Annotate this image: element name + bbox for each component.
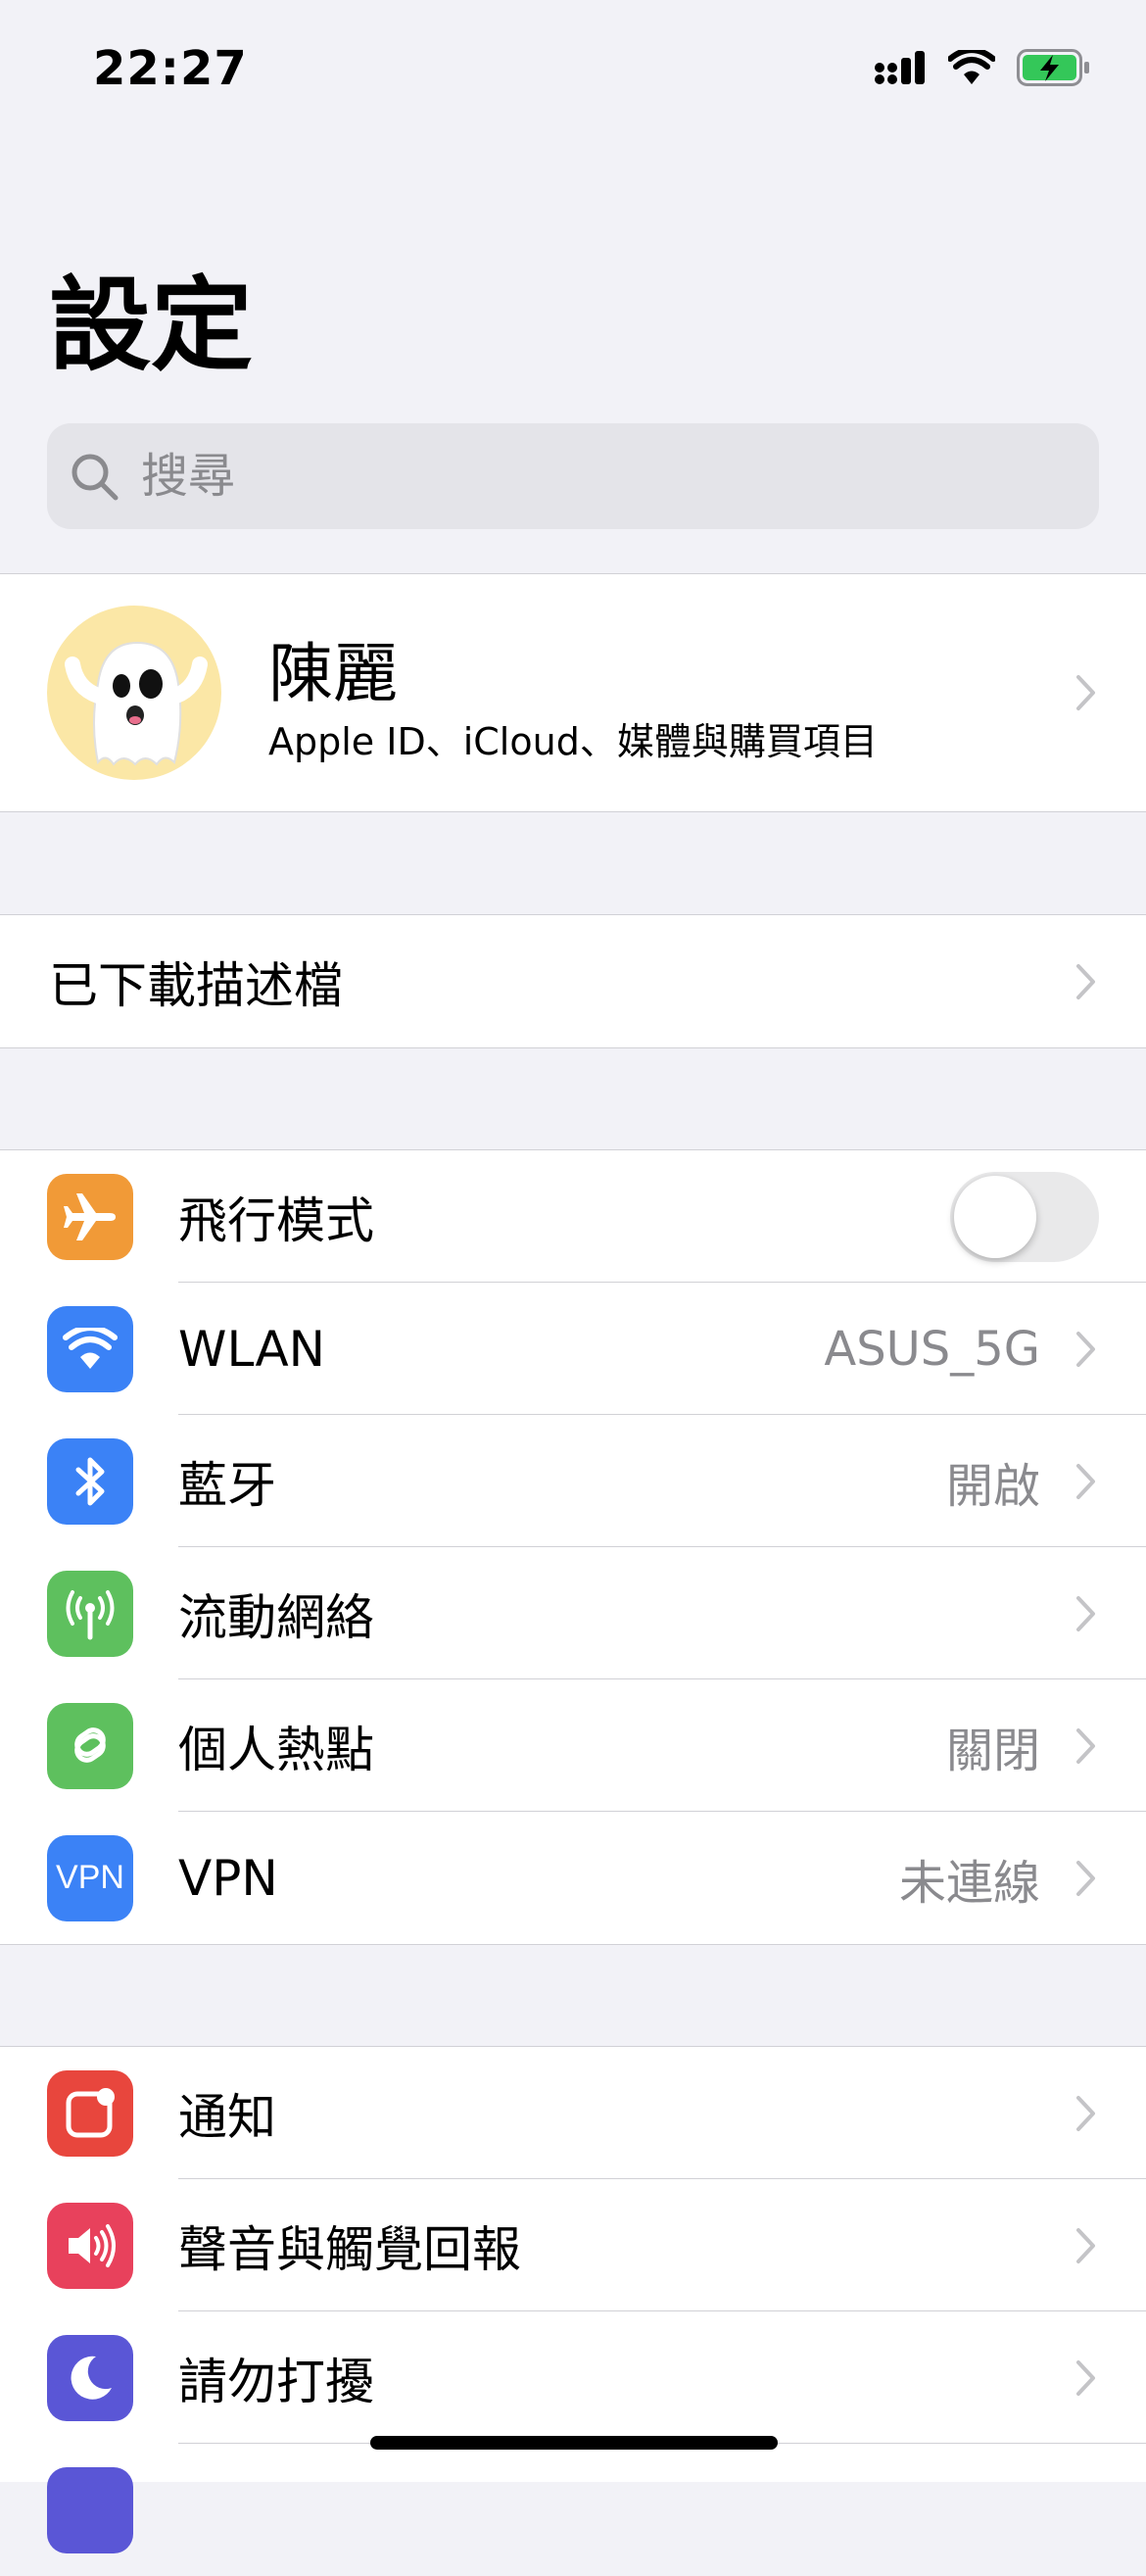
bluetooth-icon <box>47 1437 133 1525</box>
sounds-haptics-row[interactable]: 聲音與觸覺回報 <box>0 2179 1146 2311</box>
moon-icon <box>47 2334 133 2421</box>
profiles-group: 已下載描述檔 <box>0 914 1146 1048</box>
avatar <box>47 606 221 780</box>
battery-charging-icon <box>1017 49 1089 86</box>
profile-name: 陳麗 <box>268 636 398 711</box>
airplane-icon <box>47 1173 133 1260</box>
vpn-row[interactable]: VPN VPN 未連線 <box>0 1812 1146 1944</box>
partial-row <box>0 2444 1146 2576</box>
sound-icon <box>47 2202 133 2289</box>
airplane-mode-row: 飛行模式 <box>0 1150 1146 1283</box>
chevron-right-icon <box>1076 675 1095 710</box>
chevron-right-icon <box>1076 1860 1095 1896</box>
bluetooth-label: 藍牙 <box>178 1456 276 1514</box>
wlan-label: WLAN <box>178 1320 326 1378</box>
apple-id-profile-row[interactable]: 陳麗 Apple ID、iCloud、媒體與購買項目 <box>0 573 1146 812</box>
downloaded-profile-row[interactable]: 已下載描述檔 <box>0 915 1146 1047</box>
chevron-right-icon <box>1076 2095 1095 2131</box>
page-title: 設定 <box>49 266 254 385</box>
do-not-disturb-label: 請勿打擾 <box>178 2353 374 2410</box>
wifi-status-icon <box>948 50 995 84</box>
wlan-value: ASUS_5G <box>824 1321 1040 1377</box>
status-icons <box>874 49 1091 86</box>
chevron-right-icon <box>1076 2359 1095 2396</box>
profile-subtitle: Apple ID、iCloud、媒體與購買項目 <box>268 720 878 763</box>
search-bar[interactable] <box>47 423 1099 529</box>
notifications-row[interactable]: 通知 <box>0 2047 1146 2179</box>
chevron-right-icon <box>1076 1727 1095 1764</box>
chevron-right-icon <box>1076 1331 1095 1367</box>
downloaded-profile-label: 已下載描述檔 <box>49 956 343 1014</box>
antenna-icon <box>47 1570 133 1657</box>
vpn-icon-text: VPN <box>56 1859 124 1896</box>
chevron-right-icon <box>1076 1463 1095 1499</box>
do-not-disturb-row[interactable]: 請勿打擾 <box>0 2311 1146 2444</box>
chevron-right-icon <box>1076 2227 1095 2263</box>
toggle-knob <box>954 1175 1036 1258</box>
notifications-icon <box>47 2069 133 2157</box>
vpn-icon: VPN <box>47 1834 133 1921</box>
airplane-mode-toggle[interactable] <box>950 1171 1099 1262</box>
hotspot-icon <box>47 1702 133 1789</box>
chevron-right-icon <box>1076 963 1095 999</box>
notifications-label: 通知 <box>178 2088 276 2146</box>
status-time: 22:27 <box>93 41 248 96</box>
system-group: 通知 聲音與觸覺回報 請勿打擾 <box>0 2046 1146 2553</box>
personal-hotspot-value: 關閉 <box>945 1723 1040 1778</box>
personal-hotspot-label: 個人熱點 <box>178 1721 374 1778</box>
cellular-signal-icon <box>875 51 925 84</box>
connectivity-group: 飛行模式 WLAN ASUS_5G 藍牙 開啟 流動網絡 個人熱點 關閉 VPN… <box>0 1149 1146 1945</box>
wlan-row[interactable]: WLAN ASUS_5G <box>0 1283 1146 1415</box>
personal-hotspot-row[interactable]: 個人熱點 關閉 <box>0 1679 1146 1812</box>
partial-app-icon <box>47 2466 133 2553</box>
home-indicator[interactable] <box>370 2436 778 2450</box>
vpn-value: 未連線 <box>898 1855 1040 1911</box>
chevron-right-icon <box>1076 1595 1095 1631</box>
vpn-label: VPN <box>178 1849 278 1907</box>
bluetooth-row[interactable]: 藍牙 開啟 <box>0 1415 1146 1547</box>
cellular-label: 流動網絡 <box>178 1588 374 1646</box>
wifi-icon <box>47 1305 133 1392</box>
bluetooth-value: 開啟 <box>945 1458 1040 1514</box>
airplane-mode-label: 飛行模式 <box>178 1191 374 1249</box>
sounds-haptics-label: 聲音與觸覺回報 <box>178 2220 521 2278</box>
search-input[interactable] <box>139 448 1025 505</box>
status-bar: 22:27 <box>0 0 1146 137</box>
ghost-icon <box>65 641 208 766</box>
search-icon <box>72 454 119 501</box>
cellular-row[interactable]: 流動網絡 <box>0 1547 1146 1679</box>
